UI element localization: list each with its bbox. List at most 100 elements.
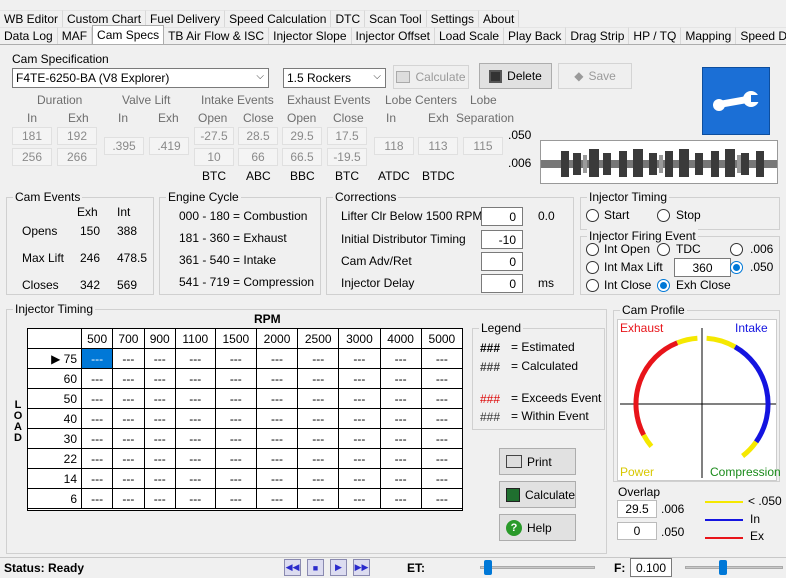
grid-cell[interactable]: ---: [297, 348, 340, 369]
grid-cell[interactable]: ---: [214, 468, 257, 489]
grid-cell[interactable]: ---: [112, 368, 145, 389]
grid-cell[interactable]: ---: [80, 368, 114, 389]
grid-cell[interactable]: ---: [214, 408, 257, 429]
grid-cell[interactable]: ---: [143, 388, 176, 409]
grid-cell[interactable]: ---: [112, 348, 145, 369]
grid-cell[interactable]: ---: [174, 388, 216, 409]
int-close-006[interactable]: 66: [238, 148, 278, 166]
tab-about[interactable]: About: [479, 10, 520, 27]
start-radio[interactable]: [586, 209, 599, 222]
grid-cell[interactable]: ---: [80, 488, 114, 509]
overlap-value-2[interactable]: 0: [617, 522, 657, 540]
cam-adv-input[interactable]: 0: [481, 252, 523, 271]
grid-cell[interactable]: ---: [214, 348, 257, 369]
play-icon[interactable]: ▶: [330, 559, 347, 576]
grid-cell[interactable]: ---: [420, 428, 464, 449]
tab-injector-offset[interactable]: Injector Offset: [351, 27, 435, 44]
grid-cell[interactable]: ---: [143, 368, 176, 389]
duration-exh-050[interactable]: 192: [57, 127, 97, 145]
tab-tb-air-flow-isc[interactable]: TB Air Flow & ISC: [164, 27, 270, 44]
grid-cell[interactable]: ---: [379, 428, 422, 449]
stop-icon[interactable]: ■: [307, 559, 324, 576]
grid-cell[interactable]: ---: [297, 388, 340, 409]
print-button[interactable]: Print: [499, 448, 576, 475]
int-max-input[interactable]: 360: [674, 258, 731, 277]
grid-cell[interactable]: ---: [255, 388, 299, 409]
tab-cam-specs[interactable]: Cam Specs: [92, 25, 165, 44]
exh-open-050[interactable]: 29.5: [282, 127, 322, 145]
grid-cell[interactable]: ---: [255, 348, 299, 369]
duration-in-050[interactable]: 181: [12, 127, 52, 145]
lobe-center-exh[interactable]: 113: [418, 137, 458, 155]
grid-cell[interactable]: ---: [297, 488, 340, 509]
grid-cell[interactable]: ---: [379, 368, 422, 389]
rewind-icon[interactable]: ◀◀: [284, 559, 301, 576]
grid-cell[interactable]: ---: [420, 348, 464, 369]
grid-cell[interactable]: ---: [338, 468, 381, 489]
stop-radio[interactable]: [657, 209, 670, 222]
calculate-button[interactable]: Calculate: [499, 481, 576, 508]
grid-cell[interactable]: ---: [379, 348, 422, 369]
f-slider-track[interactable]: [685, 566, 783, 569]
grid-cell[interactable]: ---: [174, 468, 216, 489]
grid-cell[interactable]: ---: [297, 448, 340, 469]
delete-button[interactable]: Delete: [479, 63, 552, 89]
et-slider-track[interactable]: [480, 566, 595, 569]
grid-cell[interactable]: ---: [420, 448, 464, 469]
grid-cell[interactable]: ---: [174, 368, 216, 389]
grid-cell[interactable]: ---: [255, 428, 299, 449]
grid-cell[interactable]: ---: [174, 348, 216, 369]
int-close-050[interactable]: 28.5: [238, 127, 278, 145]
int-open-050[interactable]: -27.5: [194, 127, 234, 145]
grid-cell[interactable]: ---: [112, 428, 145, 449]
lobe-center-in[interactable]: 118: [374, 137, 414, 155]
grid-cell[interactable]: ---: [214, 488, 257, 509]
exh-open-006[interactable]: 66.5: [282, 148, 322, 166]
grid-cell[interactable]: ---: [338, 448, 381, 469]
calculate-cam-button[interactable]: Calculate: [393, 65, 469, 89]
rocker-select[interactable]: 1.5 Rockers ⌵: [283, 68, 386, 88]
tab-speed-calculation[interactable]: Speed Calculation: [225, 10, 332, 27]
grid-cell[interactable]: ---: [143, 428, 176, 449]
grid-cell[interactable]: ---: [255, 488, 299, 509]
grid-cell[interactable]: ---: [80, 468, 114, 489]
exh-close-006[interactable]: -19.5: [327, 148, 367, 166]
tab-injector-slope[interactable]: Injector Slope: [269, 27, 352, 44]
grid-cell[interactable]: ---: [420, 368, 464, 389]
grid-cell[interactable]: ---: [297, 368, 340, 389]
tab-speed-density[interactable]: Speed Density: [736, 27, 786, 44]
overlap-value-1[interactable]: 29.5: [617, 500, 657, 518]
int-open-radio[interactable]: [586, 243, 599, 256]
grid-cell[interactable]: ---: [112, 488, 145, 509]
duration-in-006[interactable]: 256: [12, 148, 52, 166]
grid-cell[interactable]: ---: [143, 468, 176, 489]
grid-cell[interactable]: ---: [338, 368, 381, 389]
f-input[interactable]: 0.100: [630, 558, 672, 577]
grid-cell[interactable]: ---: [80, 348, 114, 369]
grid-cell[interactable]: ---: [255, 368, 299, 389]
grid-cell[interactable]: ---: [338, 348, 381, 369]
tdc-radio[interactable]: [657, 243, 670, 256]
lifter-clr-input[interactable]: 0: [481, 207, 523, 226]
exh-close-050[interactable]: 17.5: [327, 127, 367, 145]
grid-cell[interactable]: ---: [143, 348, 176, 369]
grid-cell[interactable]: ---: [420, 408, 464, 429]
grid-cell[interactable]: ---: [80, 448, 114, 469]
grid-cell[interactable]: ---: [338, 488, 381, 509]
injector-delay-input[interactable]: 0: [481, 274, 523, 293]
duration-exh-006[interactable]: 266: [57, 148, 97, 166]
grid-cell[interactable]: ---: [112, 468, 145, 489]
grid-cell[interactable]: ---: [255, 448, 299, 469]
grid-cell[interactable]: ---: [174, 488, 216, 509]
tab-mapping[interactable]: Mapping: [681, 27, 737, 44]
fast-forward-icon[interactable]: ▶▶: [353, 559, 370, 576]
grid-cell[interactable]: ---: [174, 428, 216, 449]
grid-cell[interactable]: ---: [112, 388, 145, 409]
grid-cell[interactable]: ---: [143, 408, 176, 429]
grid-cell[interactable]: ---: [379, 488, 422, 509]
tab-play-back[interactable]: Play Back: [504, 27, 567, 44]
grid-cell[interactable]: ---: [80, 408, 114, 429]
tab-data-log[interactable]: Data Log: [0, 27, 58, 44]
tab-maf[interactable]: MAF: [57, 27, 93, 44]
tab-settings[interactable]: Settings: [426, 10, 479, 27]
